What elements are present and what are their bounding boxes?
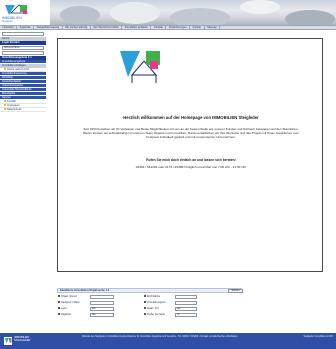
- welcome-text: Seit 1994 betreiben wir Ihr Verfassen un…: [83, 127, 299, 139]
- welcome-panel: Herzlich willkommen auf der Homepage von…: [57, 38, 323, 272]
- sidebar-item[interactable]: Datenschutz: [0, 108, 46, 112]
- welcome-call-to-action: Rufen Sie mich doch einfach an und lasse…: [146, 158, 236, 162]
- bullet-icon: [4, 68, 6, 71]
- topnav-item-sitemap[interactable]: Sitemap: [205, 26, 221, 29]
- sidebar-item-label: Kontakt: [7, 100, 16, 103]
- bullet-icon: [4, 100, 6, 103]
- checkbox-icon[interactable]: [144, 301, 146, 304]
- checkbox-icon[interactable]: [58, 307, 60, 310]
- bullet-icon: [4, 104, 6, 107]
- sidebar-item-label: Immobilienbewertung: [2, 72, 27, 75]
- sidebar-item-label: Datenschutz: [7, 108, 22, 111]
- sidebar-item-label: Immobilien-Anfragen: [2, 64, 26, 67]
- search-field-vermarktungsart[interactable]: [175, 300, 197, 305]
- search-row-left-2[interactable]: Land: [58, 306, 67, 311]
- footer: IMMOBILIEN STEIGLEDER Website des Steigl…: [0, 333, 336, 349]
- footer-text: Website des Steigleder • Immobilien Ansp…: [82, 336, 238, 338]
- topnav-item-kontakt[interactable]: Kontakt: [151, 26, 167, 29]
- topnav-item-verkauf[interactable]: Verkauf/Vermietung: [34, 26, 63, 29]
- sidebar: Suche Login Kunden Benutzername Immobili…: [0, 31, 46, 146]
- header: IMMOBILIEN Steigleder: [0, 0, 336, 25]
- house-logo-icon: [3, 3, 31, 17]
- search-form-title: Detaillierte Immobilien-/Objektsuche 1:1: [57, 288, 242, 293]
- search-select-treffer[interactable]: 10: [175, 312, 197, 317]
- search-select-stadt[interactable]: alle: [175, 306, 197, 311]
- search-label: Vermarktungsart: [147, 301, 166, 304]
- welcome-title: Herzlich willkommen auf der Homepage von…: [123, 115, 259, 120]
- sidebar-item-label: Impressum: [7, 104, 20, 107]
- search-label: Land: [61, 307, 67, 310]
- logo[interactable]: IMMOBILIEN Steigleder: [0, 0, 50, 25]
- search-row-left-1[interactable]: Kaufpreis / Miete: [58, 300, 80, 305]
- search-label: Objektart: [61, 313, 72, 316]
- topnav-item-finanzierungen[interactable]: Finanzierungen: [166, 26, 191, 29]
- search-label: Stadt / Ort: [147, 307, 159, 310]
- login-title: Login Kunden: [0, 41, 46, 45]
- footer-brand-line2: STEIGLEDER: [14, 339, 31, 342]
- sidebar-item-label: Industrielle Betriebsfläche: [2, 88, 32, 91]
- checkbox-icon[interactable]: [58, 313, 60, 316]
- topnav-item-wir-suchen[interactable]: Wir suchen ständig: [63, 26, 91, 29]
- sidebar-item-label: Gewerbeobjekte: [2, 80, 21, 83]
- search-row-left-0[interactable]: Objekt (Immo): [58, 294, 77, 299]
- topnav-item-partner[interactable]: Partner: [190, 26, 205, 29]
- sidebar-item-label: Immobilienangebote: [2, 60, 26, 63]
- sidebar-item-label: Immobilienangebote 1:1: [2, 56, 32, 59]
- footer-brand: IMMOBILIEN STEIGLEDER: [14, 336, 30, 342]
- sidebar-item-label: Mietobjekte: [2, 92, 16, 95]
- topnav-item-uebersicht[interactable]: Übersicht: [0, 26, 17, 29]
- search-row-right-0[interactable]: Wohnfläche: [144, 294, 160, 299]
- house-logo-icon: [4, 337, 12, 345]
- checkbox-icon[interactable]: [58, 301, 60, 304]
- search-label: Wohnfläche: [147, 295, 161, 298]
- logo-subtext: Steigleder: [2, 20, 13, 23]
- sidebar-item-label: Wohnbau: [2, 76, 14, 79]
- bullet-icon: [4, 108, 6, 111]
- sidebar-search-input[interactable]: [2, 32, 44, 36]
- search-row-left-3[interactable]: Objektart: [58, 312, 71, 317]
- search-row-right-1[interactable]: Vermarktungsart: [144, 300, 165, 305]
- sidebar-item-label: Industrie/Gewerbe: [2, 84, 24, 87]
- footer-copyright[interactable]: Steigleder Immobilien ist IVD: [275, 336, 334, 339]
- search-row-right-2[interactable]: Stadt / Ort: [144, 306, 158, 311]
- house-logo-icon: [120, 51, 160, 83]
- login-username-field[interactable]: Benutzername: [2, 46, 44, 50]
- contact-phone: 03464 / 544209 oder 0173 / 4538073 tägli…: [135, 165, 247, 169]
- checkbox-icon[interactable]: [144, 307, 146, 310]
- sidebar-item-label: Service: [2, 96, 11, 99]
- header-photo: [50, 0, 336, 25]
- search-field-wohnflaeche[interactable]: [175, 294, 197, 299]
- search-select-objektart[interactable]: alle: [90, 312, 114, 317]
- search-label: Treffer pro Seite: [147, 313, 165, 316]
- sidebar-item-label: Suche nach Kurzid: [7, 68, 29, 71]
- detail-search-form: Detaillierte Immobilien-/Objektsuche 1:1…: [57, 288, 242, 320]
- checkbox-icon[interactable]: [144, 313, 146, 316]
- sidebar-menu: Immobilienangebote 1:1 Immobilienangebote…: [0, 56, 46, 112]
- search-field-objekt[interactable]: [90, 294, 114, 299]
- search-field-kaufpreis[interactable]: [90, 300, 114, 305]
- checkbox-icon[interactable]: [144, 295, 146, 298]
- search-label: Objekt (Immo): [61, 295, 77, 298]
- topnav-item-angebote[interactable]: Angebote: [17, 26, 35, 29]
- topnav-item-anbieten[interactable]: Immobilien anbieten: [122, 26, 152, 29]
- checkbox-icon[interactable]: [58, 295, 60, 298]
- search-label: Kaufpreis / Miete: [61, 301, 80, 304]
- top-navigation: Übersicht Angebote Verkauf/Vermietung Wi…: [0, 25, 336, 30]
- search-row-right-3[interactable]: Treffer pro Seite: [144, 312, 165, 317]
- search-submit-button[interactable]: Suchen: [228, 289, 243, 293]
- login-password-field[interactable]: [2, 51, 44, 55]
- search-select-land[interactable]: alle: [90, 306, 114, 311]
- topnav-item-wunschimmobilie[interactable]: Ihre Wunschimmobilie: [91, 26, 123, 29]
